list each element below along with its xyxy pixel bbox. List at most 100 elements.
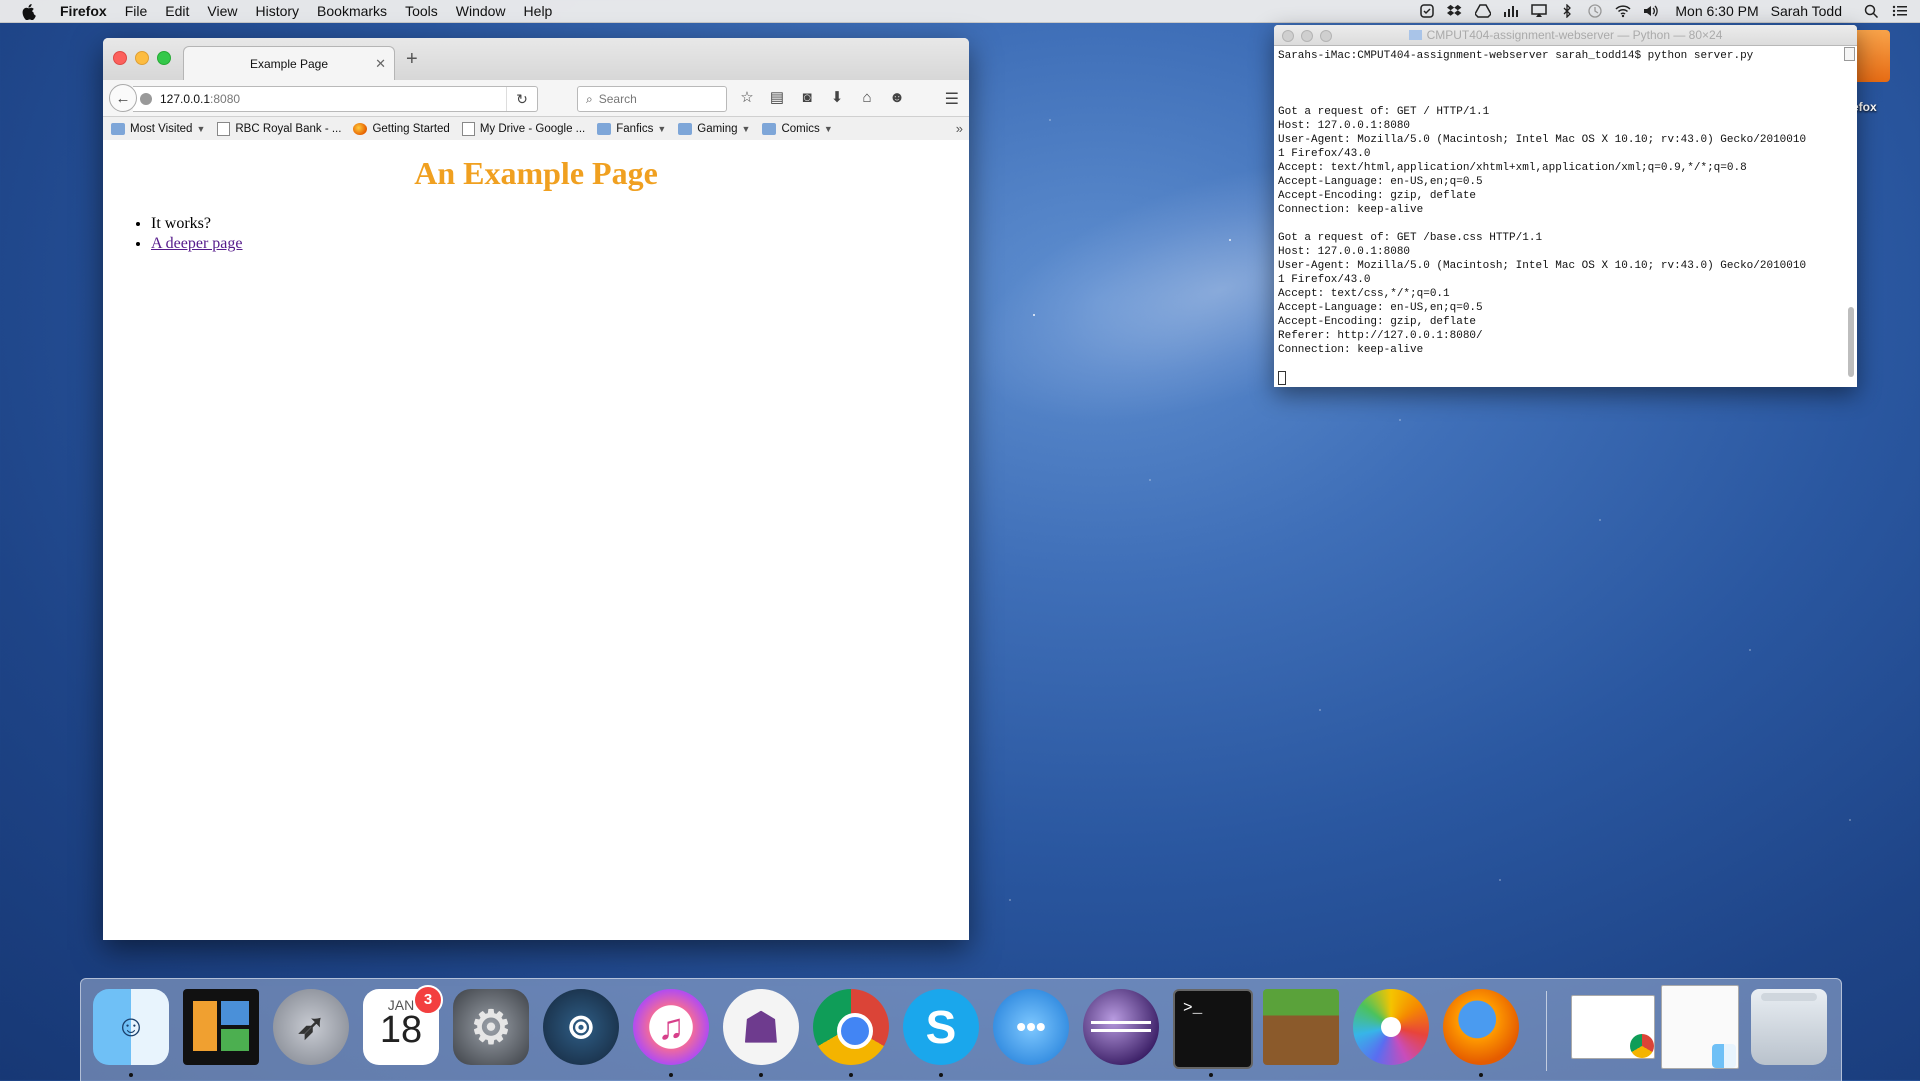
close-window-button[interactable] <box>113 51 127 65</box>
minecraft-icon[interactable] <box>1263 989 1339 1065</box>
hello-chat-icon[interactable]: ☻ <box>887 89 907 107</box>
terminal-cursor-line <box>1278 371 1853 387</box>
menu-window[interactable]: Window <box>456 3 506 19</box>
photos-center-icon <box>1381 1017 1401 1037</box>
running-indicator <box>129 1073 133 1077</box>
bookmark-label: Gaming <box>697 123 738 135</box>
pocket-icon[interactable]: ◙ <box>797 89 817 107</box>
bookmark-comics[interactable]: Comics ▼ <box>762 123 833 135</box>
chevron-down-icon: ▼ <box>823 124 833 134</box>
downloads-icon[interactable]: ⬇ <box>827 89 847 107</box>
url-bar[interactable]: 127.0.0.1:8080 ↻ <box>133 86 538 112</box>
chevron-right-double-icon[interactable]: » <box>956 121 963 136</box>
skype-icon[interactable]: S <box>903 989 979 1065</box>
chrome-minimized-window-icon[interactable] <box>1571 995 1655 1059</box>
finder-minimized-window-icon[interactable] <box>1661 985 1739 1069</box>
activity-icon[interactable] <box>1503 4 1519 18</box>
chrome-icon[interactable] <box>813 989 889 1065</box>
chat-bubble-icon: ••• <box>1016 1011 1046 1042</box>
terminal-cursor <box>1278 371 1286 385</box>
tab-example-page[interactable]: Example Page ✕ <box>183 46 395 81</box>
tiles-app-icon[interactable] <box>183 989 259 1065</box>
bluetooth-icon[interactable] <box>1559 3 1575 19</box>
bookmark-gaming[interactable]: Gaming ▼ <box>678 123 750 135</box>
itunes-icon[interactable]: ♫ <box>633 989 709 1065</box>
messages-icon[interactable]: ••• <box>993 989 1069 1065</box>
menu-tools[interactable]: Tools <box>405 3 438 19</box>
terminal-line: Accept-Encoding: gzip, deflate <box>1278 316 1477 328</box>
airplay-icon[interactable] <box>1531 4 1548 18</box>
time-machine-icon[interactable] <box>1587 4 1603 18</box>
volume-icon[interactable] <box>1643 4 1659 18</box>
zoom-window-button[interactable] <box>157 51 171 65</box>
terminal-icon[interactable]: >_ <box>1173 989 1253 1069</box>
reload-icon[interactable]: ↻ <box>506 87 537 111</box>
apple-menu-icon[interactable] <box>20 2 38 20</box>
hamburger-menu-icon[interactable]: ☰ <box>945 89 959 109</box>
steam-icon[interactable]: ⊚ <box>543 989 619 1065</box>
menu-bookmarks[interactable]: Bookmarks <box>317 3 387 19</box>
minimize-window-button[interactable] <box>135 51 149 65</box>
bookmark-label: Getting Started <box>372 123 450 135</box>
desktop-firefox-installer-icon[interactable] <box>1852 30 1890 82</box>
bookmarks-menu-icon[interactable]: ▤ <box>767 89 787 107</box>
firefox-titlebar[interactable]: Example Page ✕ + <box>103 38 969 81</box>
tile-blue <box>221 1001 249 1025</box>
site-identity-icon[interactable] <box>140 93 152 105</box>
checkbox-status-icon[interactable] <box>1419 4 1435 18</box>
bookmark-fanfics[interactable]: Fanfics ▼ <box>597 123 666 135</box>
firefox-icon[interactable] <box>1443 989 1519 1065</box>
wifi-icon[interactable] <box>1615 4 1631 18</box>
calendar-icon[interactable]: JAN 18 3 <box>363 985 443 1065</box>
split-pane-icon[interactable] <box>1844 47 1855 61</box>
bookmarks-toolbar: Most Visited ▼ RBC Royal Bank - ... Gett… <box>103 117 969 142</box>
terminal-line: Accept: text/css,*/*;q=0.1 <box>1278 288 1450 300</box>
chrome-badge-icon <box>1630 1034 1654 1058</box>
google-drive-icon[interactable] <box>1474 4 1493 18</box>
terminal-output[interactable]: Sarahs-iMac:CMPUT404-assignment-webserve… <box>1274 46 1857 387</box>
bookmark-label: RBC Royal Bank - ... <box>235 123 342 135</box>
bookmark-getting-started[interactable]: Getting Started <box>353 123 450 135</box>
deeper-page-link[interactable]: A deeper page <box>151 235 243 252</box>
bookmark-my-drive[interactable]: My Drive - Google ... <box>461 122 585 136</box>
menu-history[interactable]: History <box>255 3 299 19</box>
terminal-line: Sarahs-iMac:CMPUT404-assignment-webserve… <box>1278 50 1754 62</box>
menu-view[interactable]: View <box>207 3 237 19</box>
photos-icon[interactable] <box>1353 989 1429 1065</box>
system-preferences-icon[interactable]: ⚙ <box>453 989 529 1065</box>
close-tab-icon[interactable]: ✕ <box>375 56 386 72</box>
eclipse-icon[interactable] <box>1083 989 1159 1065</box>
search-input[interactable]: ⌕ Search <box>577 86 727 112</box>
terminal-scrollbar[interactable] <box>1848 67 1854 377</box>
menu-help[interactable]: Help <box>524 3 553 19</box>
menu-app-firefox[interactable]: Firefox <box>60 3 107 19</box>
trash-icon[interactable] <box>1751 989 1827 1065</box>
bookmark-star-icon[interactable]: ☆ <box>737 89 757 107</box>
menu-file[interactable]: File <box>125 3 148 19</box>
home-icon[interactable]: ⌂ <box>857 89 877 107</box>
minimize-window-button[interactable] <box>1301 30 1313 42</box>
url-host: 127.0.0.1 <box>160 92 211 106</box>
zoom-window-button[interactable] <box>1320 30 1332 42</box>
terminal-titlebar[interactable]: CMPUT404-assignment-webserver — Python —… <box>1274 25 1857 46</box>
scrollbar-thumb[interactable] <box>1848 307 1854 377</box>
spotlight-search-icon[interactable] <box>1864 4 1880 19</box>
bookmark-most-visited[interactable]: Most Visited ▼ <box>111 123 205 135</box>
menubar-clock[interactable]: Mon 6:30 PM <box>1675 3 1758 19</box>
menu-edit[interactable]: Edit <box>165 3 189 19</box>
bookmark-rbc[interactable]: RBC Royal Bank - ... <box>217 122 341 136</box>
chevron-down-icon: ▼ <box>741 124 751 134</box>
music-note-icon: ♫ <box>657 1006 685 1047</box>
notification-center-icon[interactable] <box>1892 4 1908 18</box>
menubar-user[interactable]: Sarah Todd <box>1771 3 1842 19</box>
github-icon[interactable]: ☗ <box>723 989 799 1065</box>
back-button[interactable]: ← <box>109 84 137 112</box>
finder-icon[interactable]: ☺ <box>93 989 169 1065</box>
new-tab-button[interactable]: + <box>406 48 418 71</box>
close-window-button[interactable] <box>1282 30 1294 42</box>
launchpad-icon[interactable]: ➶ <box>273 989 349 1065</box>
dropbox-icon[interactable] <box>1447 4 1463 18</box>
terminal-line: 1 Firefox/43.0 <box>1278 148 1371 160</box>
dock: ☺ ➶ JAN 18 3 ⚙ ⊚ ♫ ☗ S ••• >_ <box>80 978 1842 1081</box>
terminal-line: User-Agent: Mozilla/5.0 (Macintosh; Inte… <box>1278 260 1807 272</box>
